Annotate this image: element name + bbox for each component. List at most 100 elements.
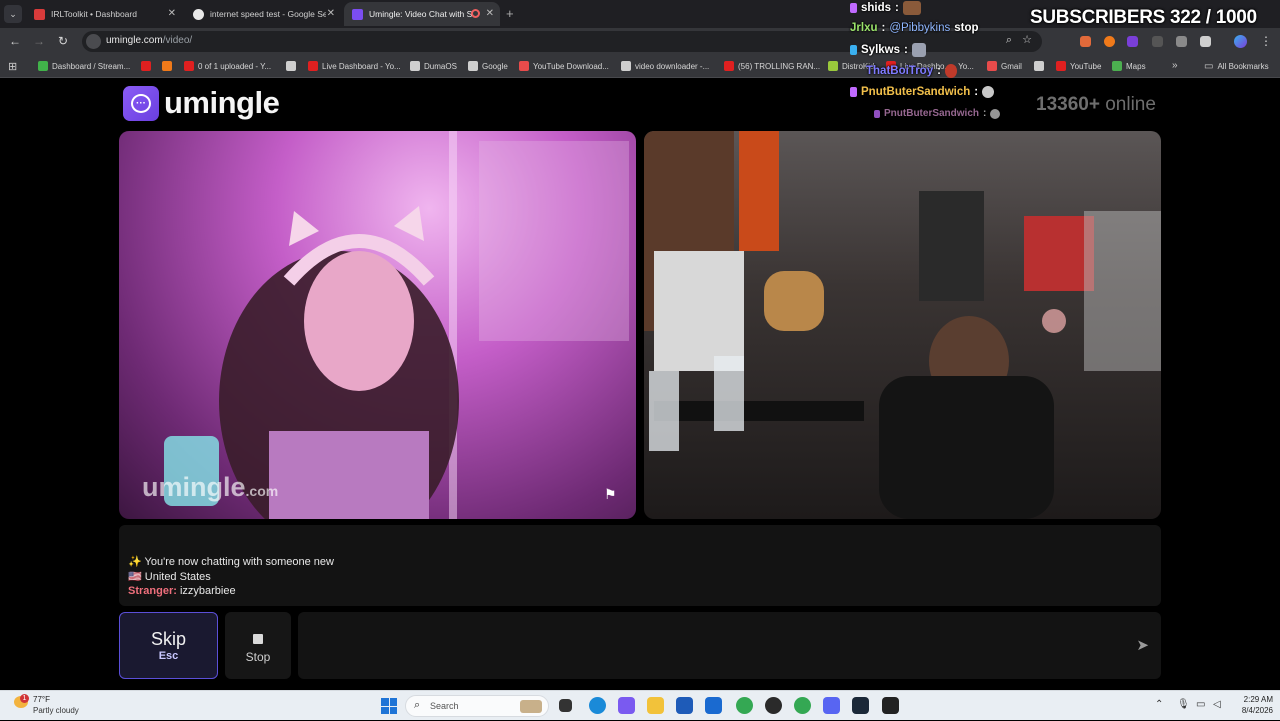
chat-badge-icon: [850, 87, 857, 97]
bookmark-item[interactable]: YouTube Download...: [519, 61, 609, 71]
apps-grid-icon[interactable]: ⊞: [8, 60, 17, 73]
tab-umingle[interactable]: Umingle: Video Chat with S ✕: [344, 2, 500, 26]
new-tab-button[interactable]: +: [506, 6, 514, 21]
tab-search-button[interactable]: ⌄: [4, 5, 22, 23]
bookmark-item[interactable]: [286, 61, 300, 71]
tab-irltoolkit[interactable]: IRLToolkit • Dashboard ✕: [26, 2, 182, 26]
bookmark-item[interactable]: video downloader -...: [621, 61, 709, 71]
stop-button[interactable]: Stop: [225, 612, 291, 679]
google-favicon-icon: [193, 8, 204, 20]
extension-icon[interactable]: [1176, 36, 1187, 47]
message-input[interactable]: ➤: [298, 612, 1161, 679]
extension-icon[interactable]: [1127, 36, 1138, 47]
clock-date: 8/4/2026: [1241, 706, 1273, 715]
send-arrow-icon[interactable]: ➤: [1136, 636, 1149, 654]
microsoft-store-icon[interactable]: [676, 697, 693, 714]
bookmark-item[interactable]: [162, 61, 176, 71]
obs-icon[interactable]: [765, 697, 782, 714]
tab-speed-test[interactable]: internet speed test - Google Se ✕: [185, 2, 341, 26]
bookmark-item[interactable]: YouTube: [1056, 61, 1101, 71]
bookmark-item[interactable]: Dashboard / Stream...: [38, 61, 130, 71]
bookmark-label: 0 of 1 uploaded - Y...: [198, 61, 272, 71]
recording-icon: [471, 9, 480, 18]
chat-badge-icon: [850, 3, 857, 13]
skip-label: Skip: [150, 629, 186, 649]
self-video-scene: [644, 131, 1161, 519]
close-tab-icon[interactable]: ✕: [168, 8, 176, 19]
bookmark-item[interactable]: DumaOS: [410, 61, 457, 71]
chrome-icon[interactable]: [736, 697, 753, 714]
weather-widget[interactable]: 1 77°F Partly cloudy: [0, 691, 100, 721]
menu-kebab-icon[interactable]: ⋮: [1258, 34, 1274, 48]
weather-condition: Partly cloudy: [33, 706, 79, 715]
skip-button[interactable]: Skip Esc: [119, 612, 218, 679]
umingle-watermark: umingle.com: [142, 472, 279, 502]
bookmark-favicon-icon: [286, 61, 296, 71]
microphone-icon[interactable]: 🎙: [1177, 699, 1190, 710]
bookmark-item[interactable]: [1034, 61, 1048, 71]
extension-icon[interactable]: [1152, 36, 1163, 47]
edge-browser-icon[interactable]: [589, 697, 606, 714]
bookmark-item[interactable]: 0 of 1 uploaded - Y...: [184, 61, 271, 71]
bookmark-item[interactable]: Maps: [1112, 61, 1146, 71]
more-bookmarks-chevron-icon[interactable]: »: [1172, 60, 1178, 71]
discord-icon[interactable]: [823, 697, 840, 714]
bookmarks-bar: ⊞ Dashboard / Stream... 0 of 1 uploaded -…: [0, 56, 1280, 78]
windows-start-icon[interactable]: [381, 698, 397, 714]
bookmark-favicon-icon: [519, 61, 529, 71]
back-arrow-icon[interactable]: ←: [7, 34, 23, 48]
emote-icon: [982, 86, 995, 98]
extensions-puzzle-icon[interactable]: [1200, 36, 1211, 47]
tab-title: internet speed test - Google Se: [210, 9, 326, 19]
extension-icon[interactable]: [1104, 36, 1115, 47]
bookmark-favicon-icon: [1034, 61, 1044, 71]
system-clock[interactable]: 2:29 AM 8/4/2026: [1231, 694, 1273, 716]
online-count-label: online: [1105, 94, 1156, 115]
file-explorer-icon[interactable]: [647, 697, 664, 714]
taskbar-search[interactable]: ⌕ Search: [405, 695, 549, 717]
bookmark-favicon-icon: [162, 61, 172, 71]
url-text: umingle.com/video/: [106, 35, 193, 46]
bookmark-item[interactable]: [141, 61, 155, 71]
close-tab-icon[interactable]: ✕: [486, 8, 494, 19]
chat-log: ✨ You're now chatting with someone new 🇺…: [119, 525, 1161, 606]
emote-icon: [990, 108, 1001, 119]
task-view-icon[interactable]: [559, 699, 572, 712]
bookmark-label: YouTube: [1070, 61, 1102, 71]
bookmark-label: Google: [482, 61, 508, 71]
bookmark-item[interactable]: (56) TROLLING RAN...: [724, 61, 820, 71]
chrome-profile-icon[interactable]: [794, 697, 811, 714]
extension-icon[interactable]: [1080, 36, 1091, 47]
network-icon[interactable]: ▭: [1196, 699, 1205, 710]
bookmark-favicon-icon: [621, 61, 631, 71]
reload-icon[interactable]: ↻: [55, 34, 71, 48]
logo-text[interactable]: umingle: [164, 85, 280, 121]
show-hidden-icons-chevron-icon[interactable]: ⌃: [1155, 699, 1163, 710]
steam-icon[interactable]: [852, 697, 869, 714]
search-highlight-icon: [520, 700, 542, 713]
profile-avatar-icon[interactable]: [1234, 35, 1247, 48]
mail-icon[interactable]: [705, 697, 722, 714]
volume-icon[interactable]: ◁: [1213, 699, 1221, 710]
bookmark-item[interactable]: Google: [468, 61, 508, 71]
chat-username: PnutButerSandwich: [884, 108, 980, 119]
report-flag-icon[interactable]: ⚑: [604, 486, 622, 504]
emote-icon: [902, 1, 921, 15]
temperature: 77°F: [33, 695, 50, 704]
bookmark-item[interactable]: Live Dashboard - Yo...: [308, 61, 401, 71]
chat-separator: :: [881, 22, 886, 34]
stranger-name: izzybarbiee: [179, 585, 236, 597]
chat-text: stop: [954, 22, 979, 34]
site-info-icon[interactable]: [86, 34, 101, 49]
bookmark-favicon-icon: [468, 61, 478, 71]
terminal-app-icon[interactable]: [882, 697, 899, 714]
stranger-info: Stranger: izzybarbiee: [128, 585, 236, 597]
close-tab-icon[interactable]: ✕: [327, 8, 335, 19]
bookmark-favicon-icon: [828, 61, 838, 71]
forward-arrow-icon[interactable]: →: [31, 34, 47, 48]
bookmark-favicon-icon: [1112, 61, 1122, 71]
stop-label: Stop: [245, 650, 271, 664]
copilot-icon[interactable]: [618, 697, 635, 714]
umingle-logo-icon[interactable]: ···: [123, 86, 159, 121]
all-bookmarks-folder[interactable]: ▭ All Bookmarks: [1204, 61, 1269, 72]
